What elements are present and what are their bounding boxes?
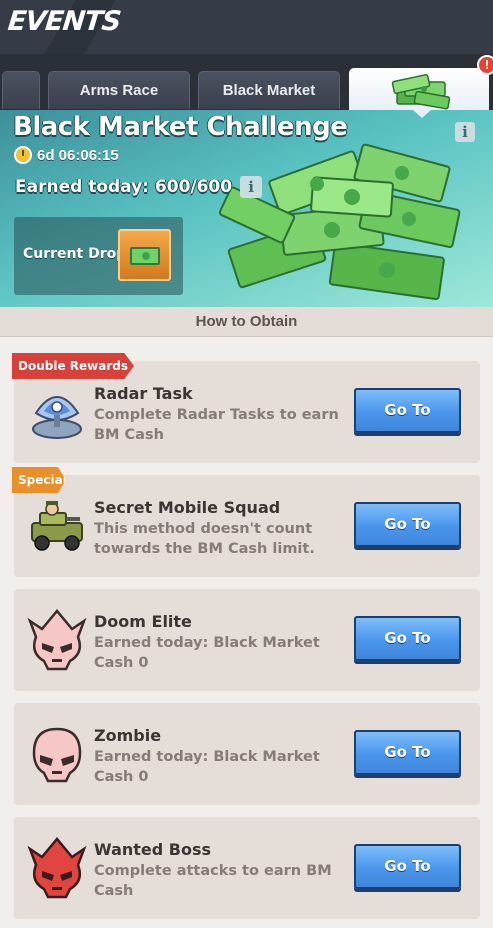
task-card-zombie: Zombie Earned today: Black Market Cash 0… [14,703,480,805]
go-to-button[interactable]: Go To [354,502,461,547]
tab-bar: Arms Race Black Market [0,54,493,114]
cash-icon [130,247,160,265]
info-icon[interactable]: i [455,122,475,142]
task-title: Doom Elite [94,612,192,631]
tab-arms-race[interactable]: Arms Race [48,71,190,109]
alert-badge: ! [477,55,493,75]
task-description: Earned today: Black Market Cash 0 [94,749,320,785]
current-drop: Current Drop: [14,217,183,295]
tab-black-market[interactable]: Black Market [198,71,340,109]
radar-icon [32,396,82,439]
zombie-skull-icon [32,727,82,783]
cash-tab-icon [391,74,451,110]
task-title: Radar Task [94,384,193,403]
current-drop-label: Current Drop: [23,246,132,262]
earned-today: Earned today: 600/600 i [15,176,263,198]
double-rewards-ribbon: Double Rewards [12,353,134,379]
task-card-wanted-boss: Wanted Boss Complete attacks to earn BM … [14,817,480,919]
earned-today-text: Earned today: 600/600 [15,177,233,197]
special-ribbon: Special [12,467,66,493]
how-to-obtain-header: How to Obtain [0,307,493,337]
challenge-banner: Black Market Challenge i 6d 06:06:15 Ear… [0,110,493,307]
tab-previous[interactable] [2,71,40,109]
page-title: EVENTS [6,6,122,37]
header-bar: EVENTS [0,0,493,54]
task-title: Zombie [94,726,162,745]
task-description: Earned today: Black Market Cash 0 [94,635,320,671]
go-to-button[interactable]: Go To [354,616,461,661]
go-to-button[interactable]: Go To [354,730,461,775]
challenge-title: Black Market Challenge [13,112,348,142]
task-list: Radar Task Complete Radar Tasks to earn … [0,337,493,928]
active-tab-pointer [413,110,431,118]
doom-elite-skull-icon [27,609,87,671]
cash-pile-icon [218,143,461,301]
countdown-timer: 6d 06:06:15 [14,146,119,164]
task-card-doom-elite: Doom Elite Earned today: Black Market Ca… [14,589,480,691]
tab-black-market-challenge[interactable] [349,68,489,114]
clock-icon [14,146,32,164]
jeep-icon [31,501,83,551]
earned-info-icon[interactable]: i [240,176,263,198]
cash-drop-item[interactable] [118,229,171,281]
wanted-boss-skull-icon [27,837,87,899]
task-title: Wanted Boss [94,840,212,859]
task-description: Complete Radar Tasks to earn BM Cash [94,407,339,443]
task-description: Complete attacks to earn BM Cash [94,863,332,899]
task-description: This method doesn't count towards the BM… [94,521,315,557]
task-title: Secret Mobile Squad [94,498,281,517]
go-to-button[interactable]: Go To [354,844,461,889]
go-to-button[interactable]: Go To [354,388,461,433]
task-card-secret-mobile-squad: Secret Mobile Squad This method doesn't … [14,475,480,577]
timer-value: 6d 06:06:15 [37,146,119,164]
